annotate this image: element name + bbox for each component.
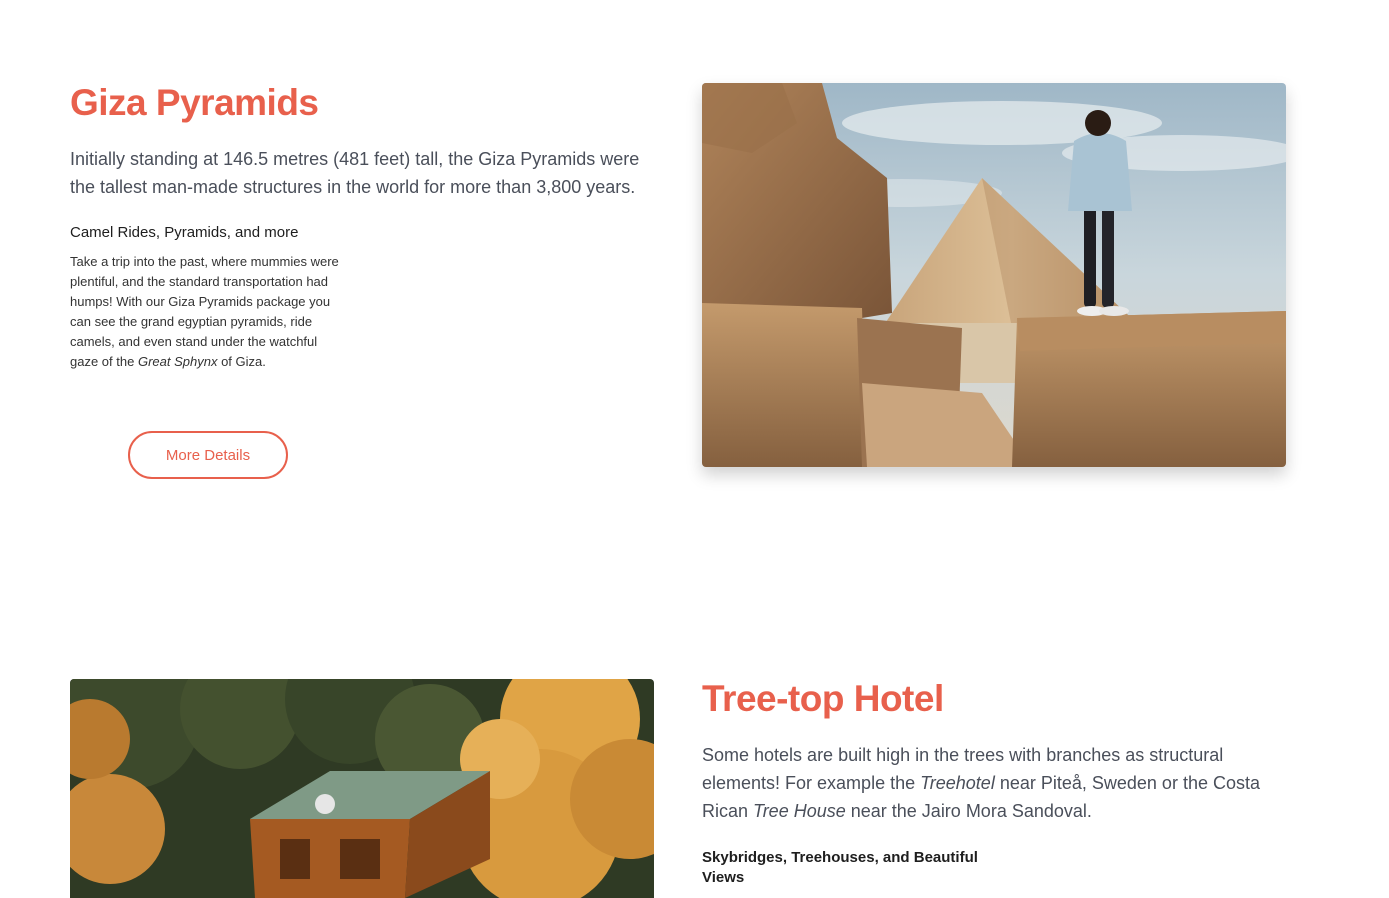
treetop-title: Tree-top Hotel bbox=[702, 678, 944, 719]
more-details-button[interactable]: More Details bbox=[128, 431, 288, 479]
treetop-lead-text-3: near the Jairo Mora Sandoval. bbox=[845, 801, 1092, 821]
treetop-lead-em-1: Treehotel bbox=[920, 773, 995, 793]
giza-body-paragraph: Take a trip into the past, where mummies… bbox=[70, 252, 345, 372]
giza-subtitle: Camel Rides, Pyramids, and more bbox=[70, 224, 299, 241]
giza-body-emphasis: Great Sphynx bbox=[137, 354, 218, 369]
giza-photo bbox=[702, 83, 1286, 467]
treetop-lead-paragraph: Some hotels are built high in the trees … bbox=[702, 741, 1262, 825]
giza-body-text-end: of Giza. bbox=[217, 354, 266, 369]
giza-lead-paragraph: Initially standing at 146.5 metres (481 … bbox=[70, 149, 640, 197]
giza-title: Giza Pyramids bbox=[70, 82, 319, 123]
treetop-photo bbox=[70, 679, 654, 898]
treetop-lead-em-2: Tree House bbox=[753, 801, 846, 821]
treetop-subtitle: Skybridges, Treehouses, and Beautiful Vi… bbox=[702, 849, 978, 886]
giza-body-text: Take a trip into the past, where mummies… bbox=[70, 254, 339, 369]
